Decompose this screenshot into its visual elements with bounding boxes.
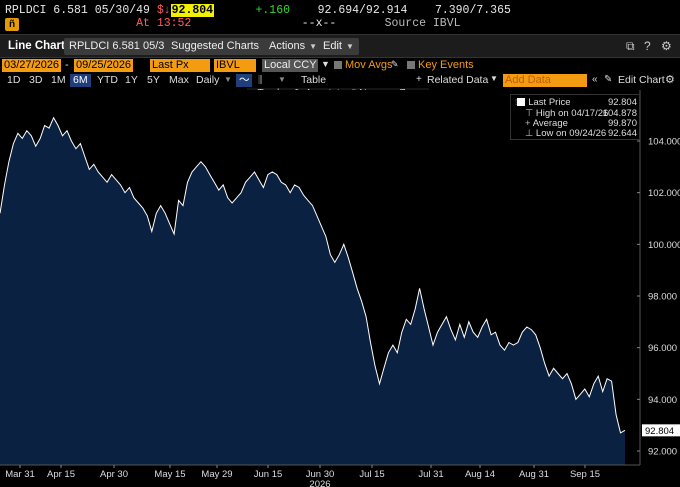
date-separator: - [65, 59, 69, 71]
y-tick-label: 92.000 [648, 447, 677, 458]
x-tick-label: Jun 15 [254, 469, 283, 480]
mov-avgs-checkbox[interactable] [334, 61, 342, 69]
range-6m[interactable]: 6M [70, 74, 91, 87]
x-tick-label: May 15 [154, 469, 185, 480]
actions-label: Actions [269, 40, 306, 52]
chevron-down-icon[interactable]: ▼ [278, 75, 286, 84]
range-1y[interactable]: 1Y [122, 74, 141, 87]
table-button[interactable]: Table [298, 74, 329, 87]
pencil-icon[interactable]: ✎ [391, 59, 399, 70]
y-tick-label: 96.000 [648, 343, 677, 354]
quote-time: At 13:52 [136, 17, 192, 30]
range-1m[interactable]: 1M [48, 74, 69, 87]
add-data-input[interactable]: Add Data [503, 74, 587, 87]
y-axis: 92.000 94.000 96.000 98.000 100.000 102.000 10… [637, 90, 680, 465]
legend-last-price-label: Last Price [528, 97, 571, 108]
legend-low-label: Low on 09/24/26 [535, 128, 607, 139]
y-tick-label: 100.000 [648, 240, 680, 251]
currency-selector[interactable]: Local CCY [262, 59, 318, 72]
legend-last-price: ⁞ Last Price 92.804 [515, 97, 637, 108]
external-link-icon[interactable]: ⧉ [626, 39, 635, 54]
chevron-down-icon: ▼ [345, 42, 354, 51]
quote-row-secondary: At 13:52 --x-- Source IBVL [5, 17, 461, 30]
quote-size: --x-- [301, 17, 337, 30]
mov-avgs-label[interactable]: Mov Avgs [345, 59, 393, 71]
security-selector[interactable]: RPLDCI 6.581 05/3 [64, 38, 170, 55]
chevron-down-icon[interactable]: ▼ [490, 74, 498, 83]
actions-button[interactable]: Actions ▼ [264, 38, 322, 55]
x-tick-label: Mar 31 [5, 469, 35, 480]
related-data-button[interactable]: Related Data [427, 74, 488, 86]
x-tick-label: Jul 15 [359, 469, 384, 480]
source-selector[interactable]: IBVL [214, 59, 256, 72]
last-price-tag-label: 92.804 [645, 426, 674, 437]
quote-bar: RPLDCI 6.581 05/30/49 $↓92.804 +.160 92.… [0, 0, 680, 34]
x-tick-label: Jul 31 [418, 469, 443, 480]
down-arrow-icon: $↓ [156, 4, 171, 17]
legend-low: ⊥ Low on 09/24/26 92.644 [515, 128, 637, 139]
y-tick-label: 104.000 [648, 137, 680, 148]
range-1d[interactable]: 1D [4, 74, 23, 87]
last-price: 92.804 [170, 4, 215, 17]
legend-low-value: 92.644 [607, 128, 637, 139]
chevron-down-icon: ▼ [309, 42, 317, 51]
range-ytd[interactable]: YTD [94, 74, 121, 87]
y-tick-label: 102.000 [648, 188, 680, 199]
x-axis: Mar 31 Apr 15 Apr 30 May 15 May 29 Jun 15 Jun … [0, 464, 640, 487]
quote-row-primary: RPLDCI 6.581 05/30/49 $↓92.804 +.160 92.… [5, 4, 511, 17]
field-selector[interactable]: Last Px [150, 59, 210, 72]
security-selector-label: RPLDCI 6.581 05/3 [69, 40, 165, 52]
x-year-label: 2026 [309, 479, 330, 487]
pencil-icon[interactable]: ✎ [604, 74, 612, 85]
ticker[interactable]: RPLDCI 6.581 05/30/49 [5, 4, 150, 17]
chart-title: Line Chart [8, 40, 65, 52]
range-selector: 1D 3D 1M 6M YTD 1Y 5Y Max Daily ▼ 〜 ⫼ ▼ … [0, 74, 680, 87]
x-tick-label: Sep 15 [570, 469, 600, 480]
x-tick-label: Aug 31 [519, 469, 549, 480]
edit-button[interactable]: Edit ▼ [318, 38, 359, 55]
y-tick-label: 98.000 [648, 292, 677, 303]
x-tick-label: Apr 30 [100, 469, 128, 480]
quote-source: Source IBVL [384, 17, 461, 30]
settings-icon[interactable]: ⚙ [665, 73, 675, 86]
bar-chart-icon[interactable]: ⫼ [258, 75, 263, 86]
key-events-checkbox[interactable] [407, 61, 415, 69]
chevron-down-icon[interactable]: ▼ [321, 59, 330, 69]
legend-swatch [517, 98, 526, 106]
range-3d[interactable]: 3D [26, 74, 45, 87]
chart-legend[interactable]: ⁞ Last Price 92.804 ⊤ High on 04/17/26 10… [510, 94, 640, 140]
collapse-icon[interactable]: « [592, 74, 598, 85]
chart-fields-row: 03/27/2026 - 09/25/2026 Last Px IBVL Loc… [0, 58, 680, 73]
legend-last-price-value: 92.804 [607, 97, 637, 108]
range-5y[interactable]: 5Y [144, 74, 163, 87]
frequency-selector[interactable]: Daily [193, 74, 222, 87]
yield-bid-ask: 7.390/7.365 [434, 4, 511, 17]
suggested-charts-label: Suggested Charts [171, 40, 260, 52]
x-tick-label: Apr 15 [47, 469, 75, 480]
plot-area[interactable] [0, 90, 640, 465]
chevron-down-icon[interactable]: ▼ [224, 75, 232, 84]
end-date-input[interactable]: 09/25/2026 [74, 59, 134, 72]
line-chart-icon[interactable]: 〜 [236, 74, 252, 87]
start-date-input[interactable]: 03/27/2026 [2, 59, 62, 72]
edit-label: Edit [323, 40, 342, 52]
bid-ask: 92.694/92.914 [317, 4, 408, 17]
key-events-label[interactable]: Key Events [418, 59, 474, 71]
x-tick-label: May 29 [201, 469, 232, 480]
x-tick-label: Aug 14 [465, 469, 495, 480]
settings-icon[interactable]: ⚙ [661, 39, 672, 53]
edit-chart-button[interactable]: Edit Chart [618, 74, 665, 86]
help-icon[interactable]: ? [644, 39, 651, 53]
range-max[interactable]: Max [166, 74, 192, 87]
plus-icon[interactable]: + [416, 74, 422, 85]
y-tick-label: 94.000 [648, 395, 677, 406]
chart-toolbar: Line Chart RPLDCI 6.581 05/3 Suggested C… [0, 34, 680, 58]
low-marker-icon: ⊥ [525, 128, 534, 139]
price-change: +.160 [255, 4, 291, 17]
suggested-charts-button[interactable]: Suggested Charts▼ [166, 38, 276, 55]
